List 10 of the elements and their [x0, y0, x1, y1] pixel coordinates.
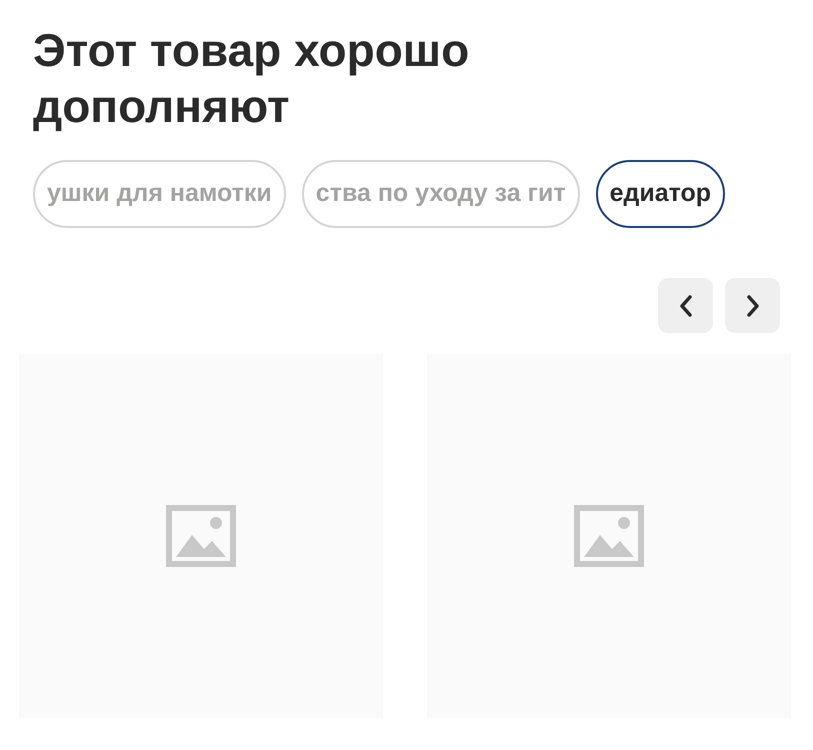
section-title: Этот товар хорошо дополняют — [33, 23, 470, 134]
category-chip[interactable]: ства по уходу за гит — [302, 160, 580, 228]
image-placeholder-icon — [166, 505, 236, 567]
next-button[interactable] — [725, 278, 780, 333]
image-placeholder-icon — [574, 505, 644, 567]
chevron-right-icon — [744, 294, 760, 318]
chevron-left-icon — [678, 294, 694, 318]
category-chip[interactable]: едиатор — [596, 160, 726, 228]
category-chip[interactable]: ушки для намотки — [33, 160, 286, 228]
previous-button[interactable] — [658, 278, 713, 333]
